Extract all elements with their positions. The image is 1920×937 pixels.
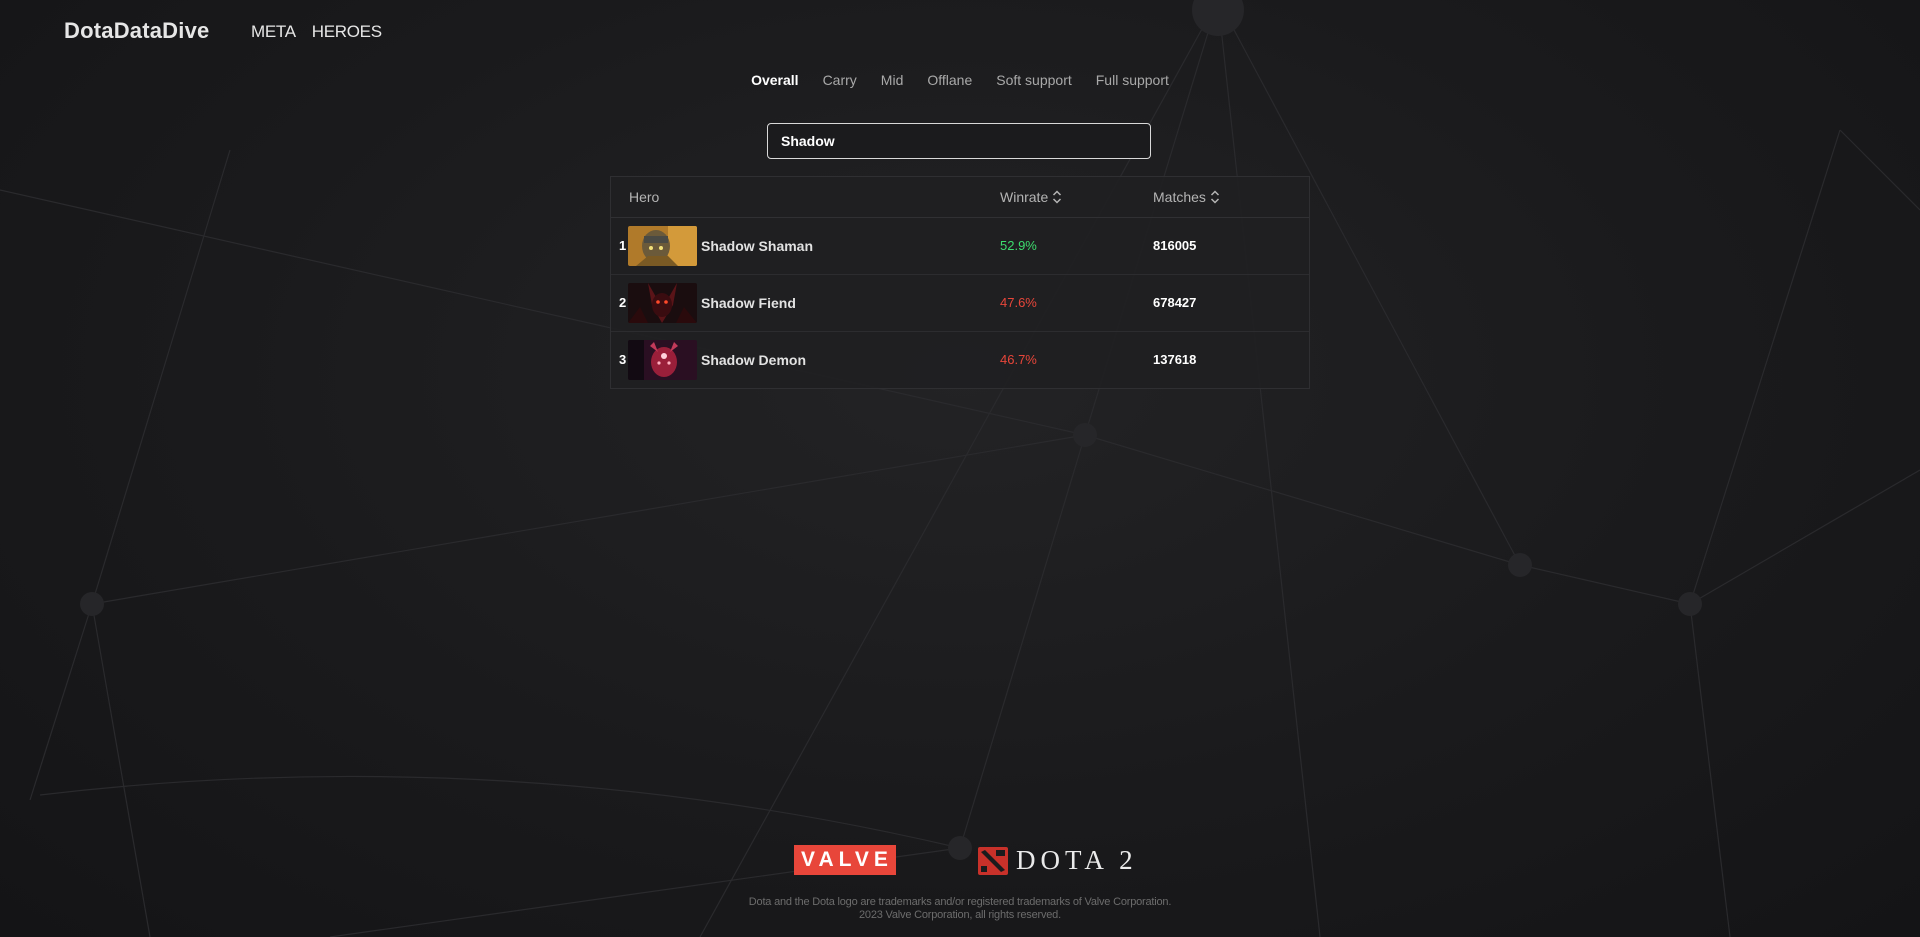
valve-logo[interactable]: VALVE [794, 845, 896, 875]
tab-offlane[interactable]: Offlane [927, 72, 972, 88]
rank-number: 1 [619, 238, 627, 253]
sort-icon[interactable] [1210, 189, 1220, 205]
shadow-shaman-portrait [628, 226, 697, 266]
dota2-wordmark: DOTA 2 [1016, 845, 1138, 875]
winrate-value: 46.7% [1000, 352, 1037, 367]
dota2-emblem-icon [978, 846, 1008, 875]
column-header-winrate-label: Winrate [1000, 189, 1049, 205]
legal-notice: Dota and the Dota logo are trademarks an… [748, 896, 1172, 921]
shadow-demon-portrait [628, 340, 697, 380]
nav-link-meta[interactable]: META [251, 22, 296, 42]
column-header-winrate[interactable]: Winrate [1000, 189, 1062, 205]
column-header-matches[interactable]: Matches [1153, 189, 1220, 205]
tab-carry[interactable]: Carry [823, 72, 857, 88]
rank-number: 2 [619, 295, 627, 310]
hero-name[interactable]: Shadow Demon [701, 352, 806, 368]
column-header-hero: Hero [629, 189, 660, 205]
winrate-value: 47.6% [1000, 295, 1037, 310]
hero-table: Hero Winrate Matches 1 Shadow Shaman 52.… [610, 176, 1310, 389]
brand-logo[interactable]: DotaDataDive [64, 18, 209, 44]
tab-full-support[interactable]: Full support [1096, 72, 1169, 88]
tab-soft-support[interactable]: Soft support [996, 72, 1072, 88]
shadow-fiend-portrait [628, 283, 697, 323]
nav-link-heroes[interactable]: HEROES [312, 22, 382, 42]
column-header-matches-label: Matches [1153, 189, 1206, 205]
tab-overall[interactable]: Overall [751, 72, 798, 88]
table-row[interactable]: 3 Shadow Demon 46.7% 137618 [611, 332, 1309, 388]
hero-search-input[interactable] [767, 123, 1151, 159]
tab-mid[interactable]: Mid [881, 72, 904, 88]
matches-value: 816005 [1153, 238, 1197, 253]
matches-value: 678427 [1153, 295, 1197, 310]
table-row[interactable]: 1 Shadow Shaman 52.9% 816005 [611, 218, 1309, 275]
role-tabs: Overall Carry Mid Offlane Soft support F… [0, 72, 1920, 88]
table-header: Hero Winrate Matches [611, 177, 1309, 218]
hero-name[interactable]: Shadow Fiend [701, 295, 796, 311]
hero-name[interactable]: Shadow Shaman [701, 238, 813, 254]
rank-number: 3 [619, 352, 627, 367]
matches-value: 137618 [1153, 352, 1197, 367]
winrate-value: 52.9% [1000, 238, 1037, 253]
dota2-logo[interactable]: DOTA 2 [978, 845, 1138, 876]
sort-icon[interactable] [1052, 189, 1062, 205]
table-row[interactable]: 2 Shadow Fiend 47.6% 678427 [611, 275, 1309, 332]
main-nav: META HEROES [251, 22, 382, 42]
